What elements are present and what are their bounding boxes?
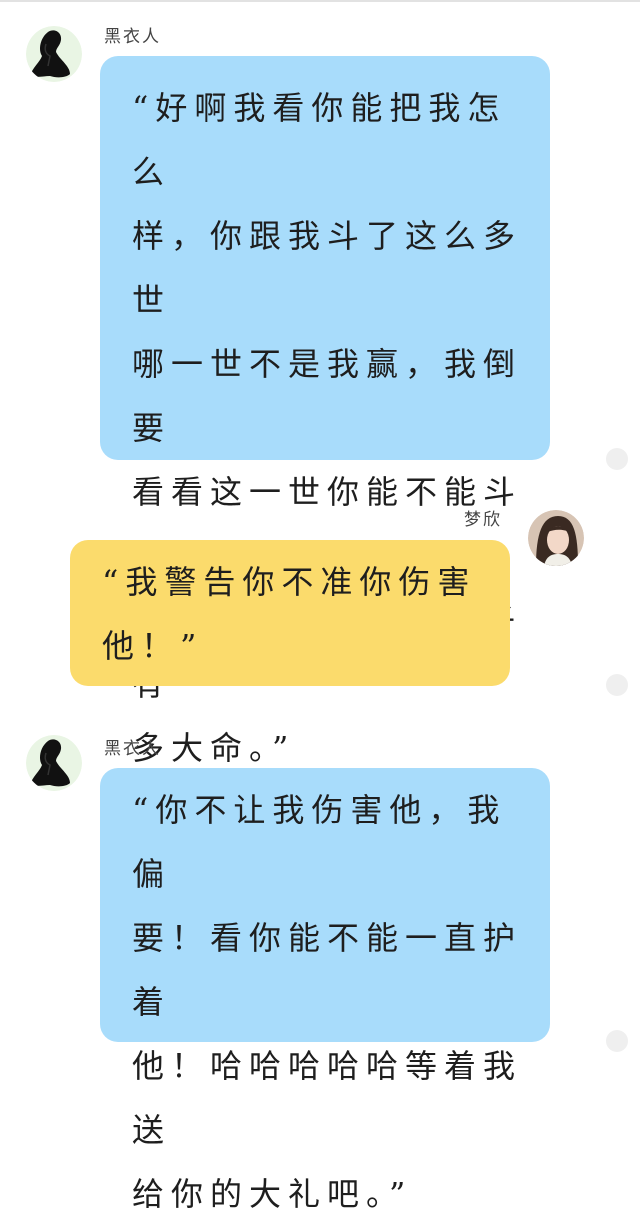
girl-portrait-avatar bbox=[528, 510, 584, 566]
top-divider bbox=[0, 0, 640, 2]
sender-name: 梦欣 bbox=[464, 510, 502, 530]
sender-name: 黑衣人 bbox=[104, 739, 161, 759]
sender-avatar[interactable] bbox=[26, 735, 82, 791]
message-status-dot bbox=[606, 448, 628, 470]
message-bubble[interactable]: “我警告你不准你伤害 他！” bbox=[70, 540, 510, 686]
message-status-dot bbox=[606, 1030, 628, 1052]
sender-avatar[interactable] bbox=[528, 510, 584, 566]
sender-avatar[interactable] bbox=[26, 26, 82, 82]
black-robed-figure-icon bbox=[26, 735, 82, 791]
message-status-dot bbox=[606, 674, 628, 696]
message-bubble[interactable]: “你不让我伤害他，我偏 要！看你能不能一直护着 他！哈哈哈哈哈等着我送 给你的大… bbox=[100, 768, 550, 1213]
message-bubble[interactable]: “好啊我看你能把我怎么 样，你跟我斗了这么多世 哪一世不是我赢，我倒要 看看这一… bbox=[100, 56, 550, 767]
sender-name: 黑衣人 bbox=[104, 27, 161, 47]
black-robed-figure-icon bbox=[26, 26, 82, 82]
